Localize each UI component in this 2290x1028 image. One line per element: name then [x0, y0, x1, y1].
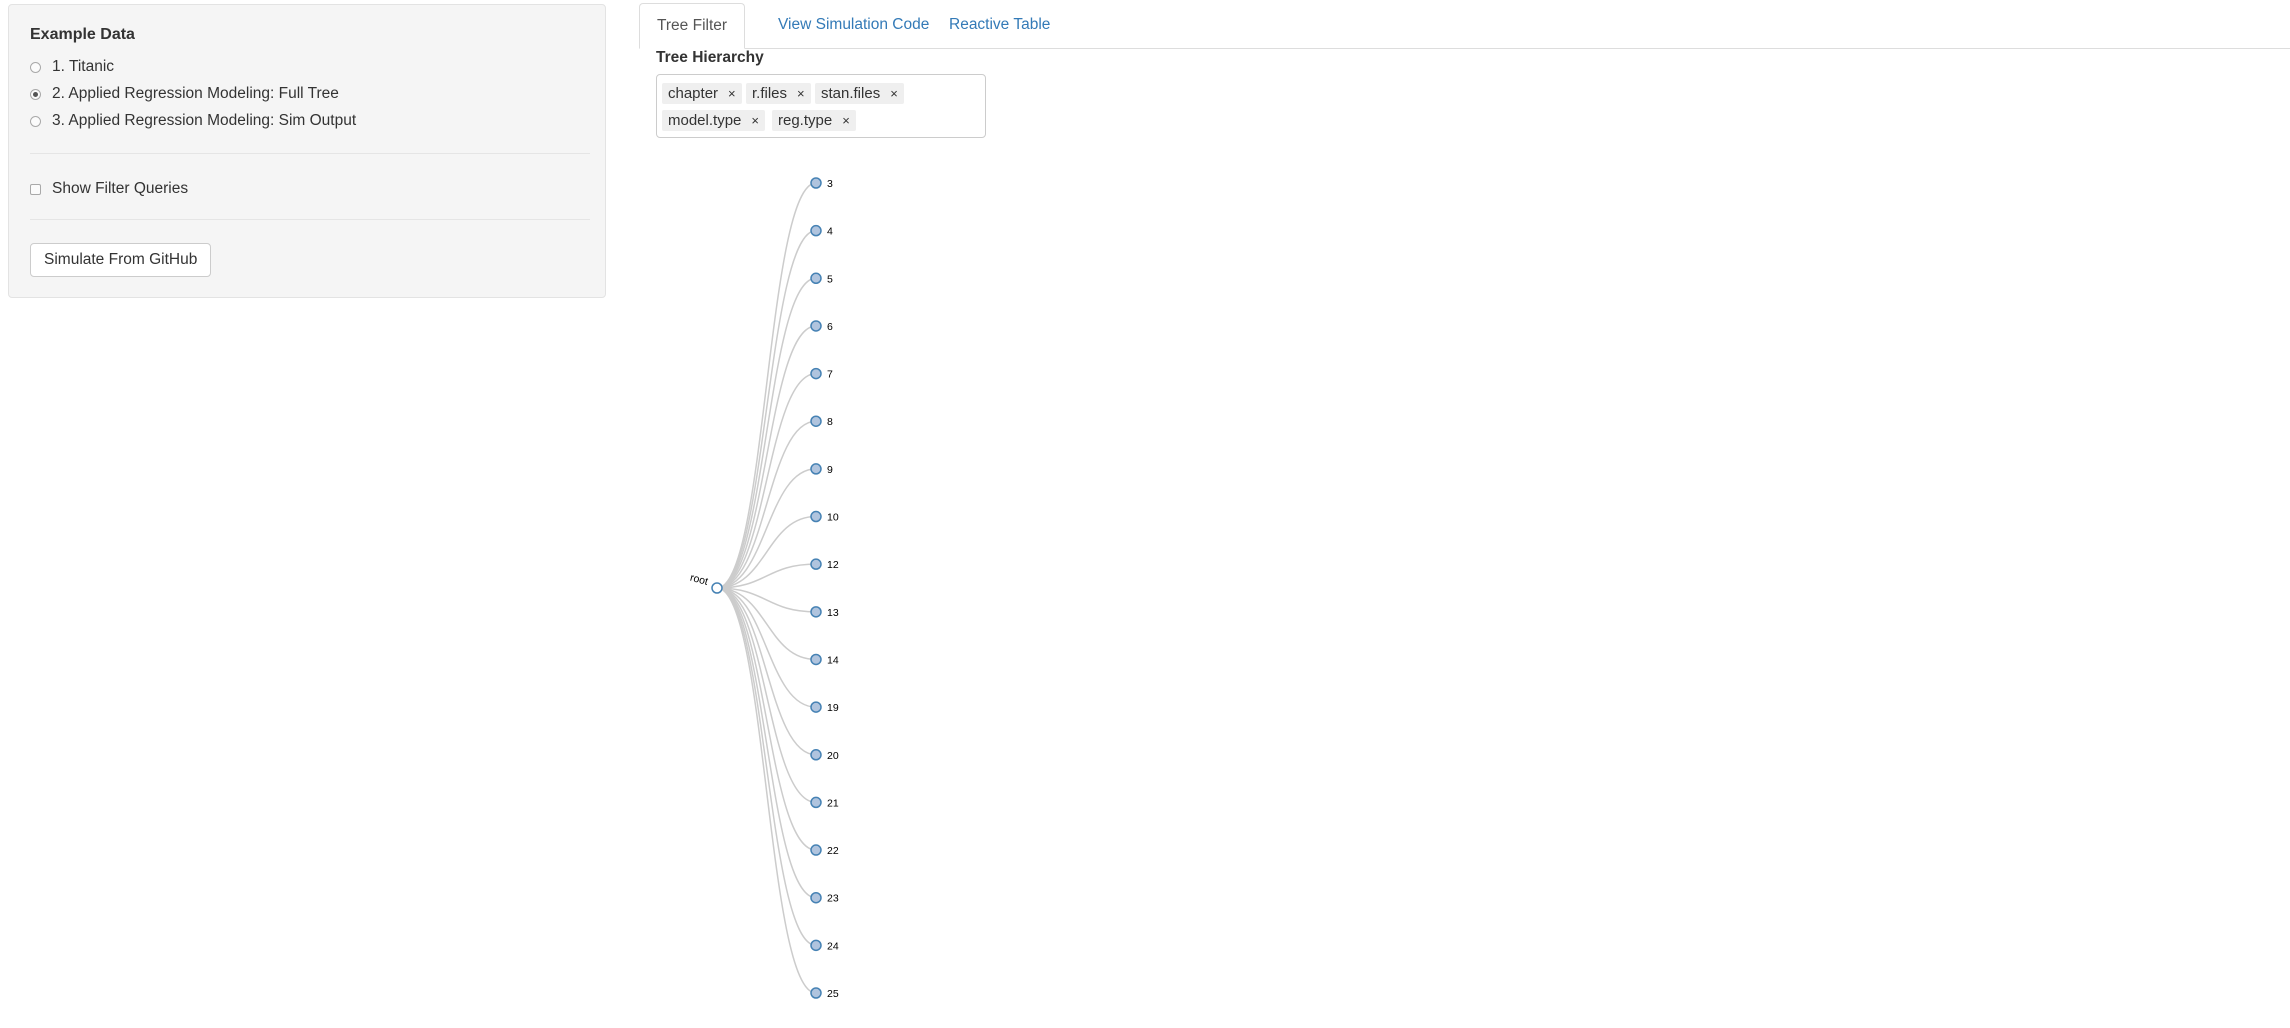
- tree-node-24[interactable]: [810, 939, 822, 952]
- tree-link: [716, 468, 817, 589]
- tree-node-22[interactable]: [810, 844, 822, 856]
- tree-node-label: 14: [827, 654, 839, 666]
- tree-node-3[interactable]: [810, 177, 822, 189]
- tree-link: [716, 325, 817, 589]
- tree-node-4[interactable]: [810, 224, 822, 237]
- tree-link: [716, 420, 817, 589]
- tree-node-5[interactable]: [810, 272, 822, 285]
- tree-node-21[interactable]: [810, 796, 822, 809]
- tree-node-12[interactable]: [810, 558, 822, 570]
- tree-node-label: 9: [827, 464, 833, 476]
- tree-node-label: 10: [827, 512, 839, 524]
- tree-node-label: 4: [827, 226, 833, 238]
- tree-root-node[interactable]: [711, 582, 723, 594]
- tree-node-label: 24: [827, 940, 839, 952]
- tree-link: [716, 587, 817, 756]
- tree-node-19[interactable]: [810, 701, 822, 713]
- tree-node-label: 8: [827, 416, 833, 428]
- tree-node-label: 6: [827, 321, 833, 333]
- tree-node-9[interactable]: [810, 463, 822, 475]
- tree-link: [716, 587, 817, 851]
- tree-link: [716, 277, 817, 589]
- tree-link: [716, 587, 817, 899]
- tree-node-label: 13: [827, 607, 839, 619]
- tree-node-25[interactable]: [810, 987, 822, 999]
- tree-node-10[interactable]: [810, 510, 822, 523]
- tree-node-8[interactable]: [810, 415, 822, 427]
- tree-node-20[interactable]: [810, 749, 822, 761]
- tree-node-label: 21: [827, 797, 839, 809]
- tree-node-label: 25: [827, 988, 839, 1000]
- tree-link: [716, 587, 817, 947]
- tree-node-7[interactable]: [810, 367, 822, 380]
- tree-node-13[interactable]: [810, 606, 822, 618]
- tree-node-label: 7: [827, 369, 833, 381]
- tree-node-23[interactable]: [810, 891, 822, 904]
- tree-node-label: 23: [827, 893, 839, 905]
- tree-node-label: 19: [827, 702, 839, 714]
- tree-node-label: 12: [827, 559, 839, 571]
- tree-node-14[interactable]: [810, 653, 822, 666]
- tree-link: [716, 587, 817, 708]
- tree-node-label: 22: [827, 845, 839, 857]
- tree-node-label: 20: [827, 750, 839, 762]
- tree-node-6[interactable]: [810, 320, 822, 332]
- tree-root-label: root: [689, 572, 710, 588]
- tree-diagram: 3 4 5 6 7 8 9 10 12 13 14 19 20 21 22 23 24 25 root: [689, 177, 839, 1000]
- tree-node-label: 5: [827, 273, 833, 285]
- tree-node-label: 3: [827, 178, 833, 190]
- tree-link: [716, 229, 817, 589]
